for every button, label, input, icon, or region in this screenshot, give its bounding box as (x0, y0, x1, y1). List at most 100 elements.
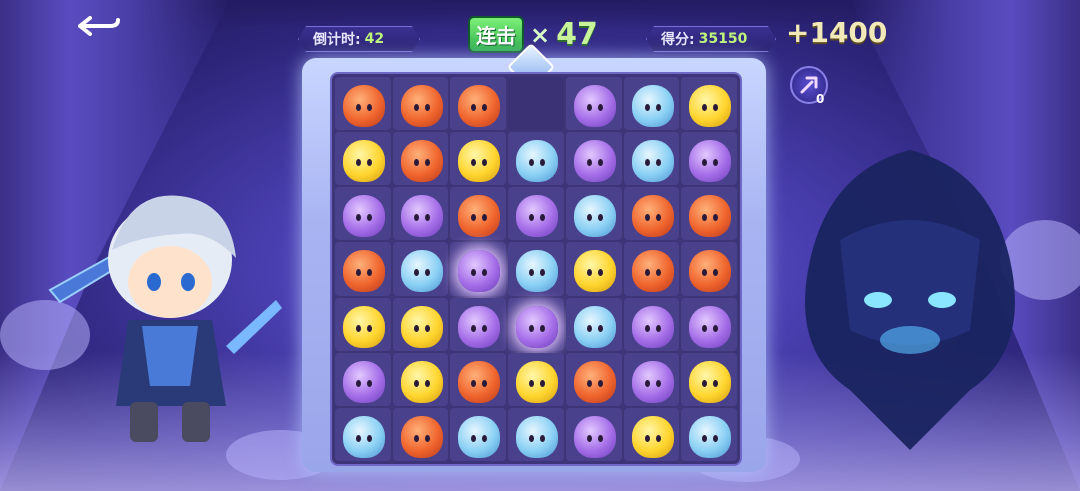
yellow-jelly[interactable] (516, 360, 559, 403)
board-cell[interactable] (623, 132, 680, 186)
board-cell[interactable] (623, 77, 680, 131)
board-cell[interactable] (508, 132, 564, 186)
red-jelly[interactable] (458, 195, 501, 238)
purple-jelly[interactable] (400, 195, 443, 238)
board-cell[interactable] (681, 242, 737, 296)
board-cell[interactable] (565, 187, 622, 241)
blue-jelly[interactable] (458, 415, 501, 458)
board-cell[interactable] (508, 77, 564, 131)
board-cell[interactable] (392, 77, 449, 131)
board-cell[interactable] (450, 187, 507, 241)
board-cell[interactable] (335, 242, 391, 296)
red-jelly[interactable] (631, 250, 674, 293)
yellow-jelly[interactable] (573, 250, 616, 293)
shadow-boss-character (805, 150, 1015, 450)
red-jelly[interactable] (631, 195, 674, 238)
board-cell[interactable] (681, 352, 737, 406)
yellow-jelly[interactable] (343, 140, 385, 183)
board-cell[interactable] (450, 242, 507, 296)
yellow-jelly[interactable] (400, 305, 443, 348)
board-cell[interactable] (681, 407, 737, 461)
blue-jelly[interactable] (631, 140, 674, 183)
purple-jelly[interactable] (458, 250, 501, 293)
purple-jelly[interactable] (631, 360, 674, 403)
board-cell[interactable] (392, 132, 449, 186)
powerup-count: 0 (816, 92, 825, 106)
yellow-jelly[interactable] (631, 415, 674, 458)
purple-jelly[interactable] (573, 85, 616, 127)
blue-jelly[interactable] (400, 250, 443, 293)
board-cell[interactable] (565, 352, 622, 406)
board-cell[interactable] (623, 242, 680, 296)
board-cell[interactable] (623, 297, 680, 351)
board-cell[interactable] (450, 407, 507, 461)
board-cell[interactable] (623, 352, 680, 406)
board-cell[interactable] (508, 352, 564, 406)
board-cell[interactable] (392, 187, 449, 241)
purple-jelly[interactable] (573, 415, 616, 458)
yellow-jelly[interactable] (689, 85, 732, 127)
back-button[interactable] (76, 14, 122, 40)
board-cell[interactable] (565, 297, 622, 351)
board-cell[interactable] (450, 132, 507, 186)
board-cell[interactable] (565, 77, 622, 131)
yellow-jelly[interactable] (689, 360, 732, 403)
board-cell[interactable] (508, 242, 564, 296)
board-cell[interactable] (565, 242, 622, 296)
red-jelly[interactable] (400, 415, 443, 458)
board-cell[interactable] (335, 77, 391, 131)
board-cell[interactable] (392, 242, 449, 296)
yellow-jelly[interactable] (343, 305, 385, 348)
purple-jelly[interactable] (573, 140, 616, 183)
board-cell[interactable] (565, 407, 622, 461)
red-jelly[interactable] (689, 250, 732, 293)
board-cell[interactable] (623, 187, 680, 241)
purple-jelly[interactable] (516, 305, 559, 348)
board-cell[interactable] (681, 132, 737, 186)
board-cell[interactable] (335, 132, 391, 186)
board-cell[interactable] (623, 407, 680, 461)
board-cell[interactable] (392, 297, 449, 351)
red-jelly[interactable] (458, 85, 501, 127)
board-cell[interactable] (450, 77, 507, 131)
purple-jelly[interactable] (631, 305, 674, 348)
red-jelly[interactable] (343, 250, 385, 293)
blue-jelly[interactable] (631, 85, 674, 127)
board-cell[interactable] (392, 407, 449, 461)
board-cell[interactable] (335, 187, 391, 241)
blue-jelly[interactable] (516, 250, 559, 293)
red-jelly[interactable] (343, 85, 385, 127)
purple-jelly[interactable] (516, 195, 559, 238)
board-cell[interactable] (335, 407, 391, 461)
board-cell[interactable] (681, 187, 737, 241)
board-cell[interactable] (335, 297, 391, 351)
blue-jelly[interactable] (689, 415, 732, 458)
purple-jelly[interactable] (343, 360, 385, 403)
blue-jelly[interactable] (343, 415, 385, 458)
yellow-jelly[interactable] (458, 140, 501, 183)
yellow-jelly[interactable] (400, 360, 443, 403)
red-jelly[interactable] (573, 360, 616, 403)
board-cell[interactable] (508, 187, 564, 241)
red-jelly[interactable] (458, 360, 501, 403)
board-cell[interactable] (508, 297, 564, 351)
purple-jelly[interactable] (458, 305, 501, 348)
board-cell[interactable] (392, 352, 449, 406)
board-cell[interactable] (335, 352, 391, 406)
red-jelly[interactable] (400, 140, 443, 183)
blue-jelly[interactable] (573, 305, 616, 348)
purple-jelly[interactable] (343, 195, 385, 238)
red-jelly[interactable] (689, 195, 732, 238)
board-cell[interactable] (681, 297, 737, 351)
purple-jelly[interactable] (689, 305, 732, 348)
red-jelly[interactable] (400, 85, 443, 127)
board-cell[interactable] (565, 132, 622, 186)
board-cell[interactable] (450, 297, 507, 351)
blue-jelly[interactable] (573, 195, 616, 238)
blue-jelly[interactable] (516, 140, 559, 183)
blue-jelly[interactable] (516, 415, 559, 458)
purple-jelly[interactable] (689, 140, 732, 183)
board-cell[interactable] (508, 407, 564, 461)
board-cell[interactable] (681, 77, 737, 131)
board-cell[interactable] (450, 352, 507, 406)
